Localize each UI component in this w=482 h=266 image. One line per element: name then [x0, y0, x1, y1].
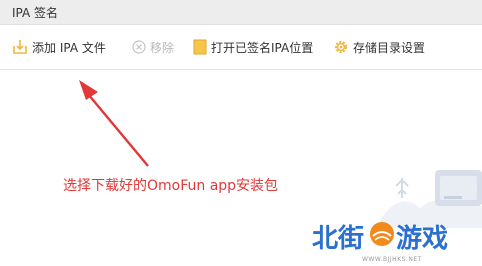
watermark-url: WWW.BJJHKS.NET: [362, 256, 422, 263]
annotation-text: 选择下载好的OmoFun app安装包: [63, 178, 279, 194]
sun-logo-icon: [370, 222, 394, 246]
watermark-brand-right: 游戏: [396, 224, 449, 254]
empty-state-illustration: [380, 170, 482, 228]
watermark-brand-left: 北街: [312, 224, 365, 254]
